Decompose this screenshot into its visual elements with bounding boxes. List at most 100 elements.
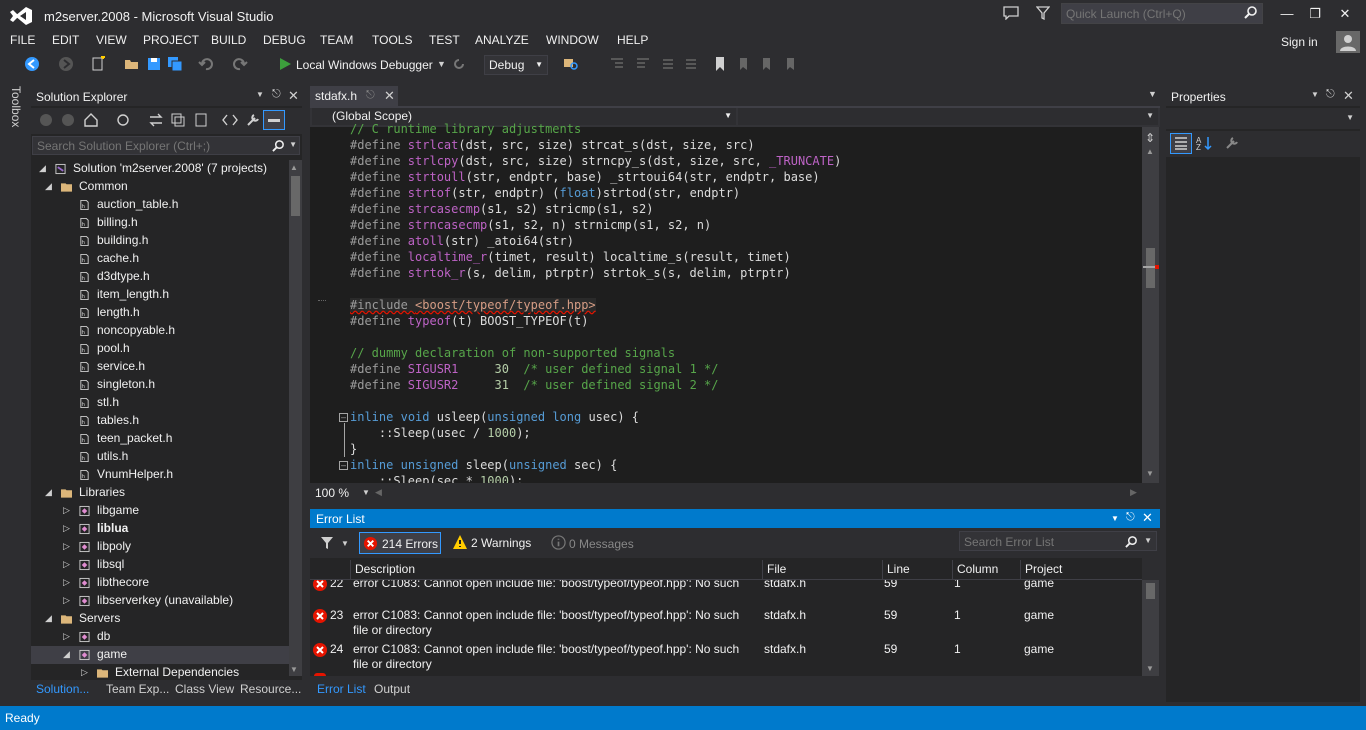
menu-help[interactable]: HELP	[617, 33, 648, 47]
collapsed-arrow-icon[interactable]: ▷	[63, 505, 73, 515]
chevron-down-icon[interactable]: ▼	[362, 488, 370, 497]
solution-configuration-select[interactable]: Debug ▼	[484, 55, 548, 75]
collapse-icon[interactable]: –	[339, 413, 348, 422]
menu-view[interactable]: VIEW	[96, 33, 127, 47]
tree-item[interactable]: h item_length.h	[31, 286, 289, 304]
tab-class-view[interactable]: Class View	[175, 682, 234, 696]
error-list-scrollbar-thumb[interactable]	[1146, 583, 1155, 599]
tab-resource-view[interactable]: Resource...	[240, 682, 301, 696]
pin-icon[interactable]: ⎋	[272, 88, 281, 101]
chevron-down-icon[interactable]: ▼	[341, 539, 349, 548]
minimize-button[interactable]: —	[1274, 4, 1300, 24]
close-button[interactable]: ✕	[1332, 4, 1358, 24]
sign-in-link[interactable]: Sign in	[1281, 35, 1318, 49]
refresh-icon[interactable]	[451, 56, 467, 72]
tab-solution-explorer[interactable]: Solution...	[36, 682, 89, 696]
property-pages-icon[interactable]	[1224, 135, 1240, 151]
new-project-icon[interactable]	[90, 56, 106, 72]
avatar[interactable]	[1336, 31, 1360, 53]
filter-icon[interactable]	[1036, 6, 1050, 20]
expanded-arrow-icon[interactable]: ◢	[63, 649, 73, 659]
tree-item[interactable]: h pool.h	[31, 340, 289, 358]
sync-icon[interactable]	[148, 112, 164, 128]
expanded-arrow-icon[interactable]: ◢	[39, 163, 49, 173]
collapsed-arrow-icon[interactable]: ▷	[63, 541, 73, 551]
view-code-icon[interactable]	[222, 112, 238, 128]
tree-item[interactable]: h d3dtype.h	[31, 268, 289, 286]
editor-scrollbar-thumb[interactable]	[1146, 248, 1155, 288]
forward-icon[interactable]	[61, 113, 75, 127]
tree-item[interactable]: ▷ libserverkey (unavailable)	[31, 592, 289, 610]
tree-item[interactable]: h length.h	[31, 304, 289, 322]
chevron-down-icon[interactable]: ▼	[437, 59, 446, 69]
editor-vertical-scrollbar[interactable]	[1142, 127, 1159, 483]
pending-changes-icon[interactable]	[115, 112, 131, 128]
tree-item[interactable]: h cache.h	[31, 250, 289, 268]
tree-item[interactable]: ◢ Libraries	[31, 484, 289, 502]
properties-wrench-icon[interactable]	[245, 112, 261, 128]
collapsed-arrow-icon[interactable]: ▷	[63, 595, 73, 605]
back-icon[interactable]	[39, 113, 53, 127]
tab-output[interactable]: Output	[374, 682, 410, 696]
solution-scrollbar-thumb[interactable]	[291, 176, 300, 216]
save-all-icon[interactable]	[167, 56, 183, 72]
errors-filter-button[interactable]: 214 Errors	[359, 532, 441, 554]
scroll-down-icon[interactable]: ▼	[1146, 664, 1154, 673]
collapsed-arrow-icon[interactable]: ▷	[63, 523, 73, 533]
tree-item[interactable]: h VnumHelper.h	[31, 466, 289, 484]
properties-object-select[interactable]: ▼	[1166, 108, 1360, 129]
split-icon[interactable]: ⇕	[1145, 131, 1155, 145]
messages-filter-button[interactable]: 0 Messages	[551, 534, 641, 554]
tree-item[interactable]: ▷ db	[31, 628, 289, 646]
expanded-arrow-icon[interactable]: ◢	[45, 487, 55, 497]
error-list-search-input[interactable]	[964, 534, 1124, 549]
back-icon[interactable]	[24, 56, 40, 72]
menu-analyze[interactable]: ANALYZE	[475, 33, 529, 47]
tree-item[interactable]: ◢ Common	[31, 178, 289, 196]
menu-test[interactable]: TEST	[429, 33, 460, 47]
tree-item[interactable]: ▷ libgame	[31, 502, 289, 520]
comment-icon[interactable]	[660, 56, 676, 72]
open-file-icon[interactable]	[124, 56, 140, 72]
tree-item[interactable]: ▷ libthecore	[31, 574, 289, 592]
menu-team[interactable]: TEAM	[320, 33, 353, 47]
collapsed-arrow-icon[interactable]: ▷	[63, 631, 73, 641]
tree-item[interactable]: h teen_packet.h	[31, 430, 289, 448]
menu-tools[interactable]: TOOLS	[372, 33, 412, 47]
home-icon[interactable]	[83, 112, 99, 128]
maximize-button[interactable]: ❐	[1302, 4, 1328, 24]
tree-item[interactable]: ▷ libpoly	[31, 538, 289, 556]
expanded-arrow-icon[interactable]: ◢	[45, 613, 55, 623]
scroll-up-icon[interactable]: ▲	[1146, 147, 1154, 156]
start-debugging-icon[interactable]	[278, 57, 292, 71]
preview-selected-button[interactable]	[263, 110, 285, 130]
zoom-level[interactable]: 100 %	[315, 486, 349, 500]
clear-bookmarks-icon[interactable]	[782, 56, 798, 72]
menu-project[interactable]: PROJECT	[143, 33, 199, 47]
tree-item[interactable]: h billing.h	[31, 214, 289, 232]
toolbox-tab[interactable]: Toolbox	[9, 86, 23, 127]
filter-icon[interactable]	[320, 536, 334, 550]
find-in-files-icon[interactable]	[563, 56, 579, 72]
solution-scrollbar[interactable]	[289, 160, 302, 676]
categorized-button[interactable]	[1170, 133, 1192, 154]
collapsed-arrow-icon[interactable]: ▷	[81, 667, 91, 677]
uncomment-icon[interactable]	[683, 56, 699, 72]
undo-icon[interactable]	[198, 56, 214, 72]
scroll-up-icon[interactable]: ▲	[290, 163, 298, 172]
previous-bookmark-icon[interactable]	[735, 56, 751, 72]
tree-item[interactable]: ◢ Servers	[31, 610, 289, 628]
collapse-all-icon[interactable]	[170, 112, 186, 128]
tree-item[interactable]: ▷ liblua	[31, 520, 289, 538]
tree-item[interactable]: h auction_table.h	[31, 196, 289, 214]
quick-launch-input[interactable]	[1066, 6, 1236, 21]
close-icon[interactable]: ✕	[288, 88, 299, 104]
pin-icon[interactable]: ⎋	[1126, 511, 1135, 524]
solution-search-box[interactable]: ▼	[32, 136, 300, 155]
chevron-down-icon[interactable]: ▼	[256, 90, 264, 99]
feedback-icon[interactable]	[1003, 6, 1019, 20]
debug-target-button[interactable]: Local Windows Debugger	[296, 58, 433, 72]
warnings-filter-button[interactable]: 2 Warnings	[452, 534, 542, 554]
redo-icon[interactable]	[232, 56, 248, 72]
menu-build[interactable]: BUILD	[211, 33, 246, 47]
